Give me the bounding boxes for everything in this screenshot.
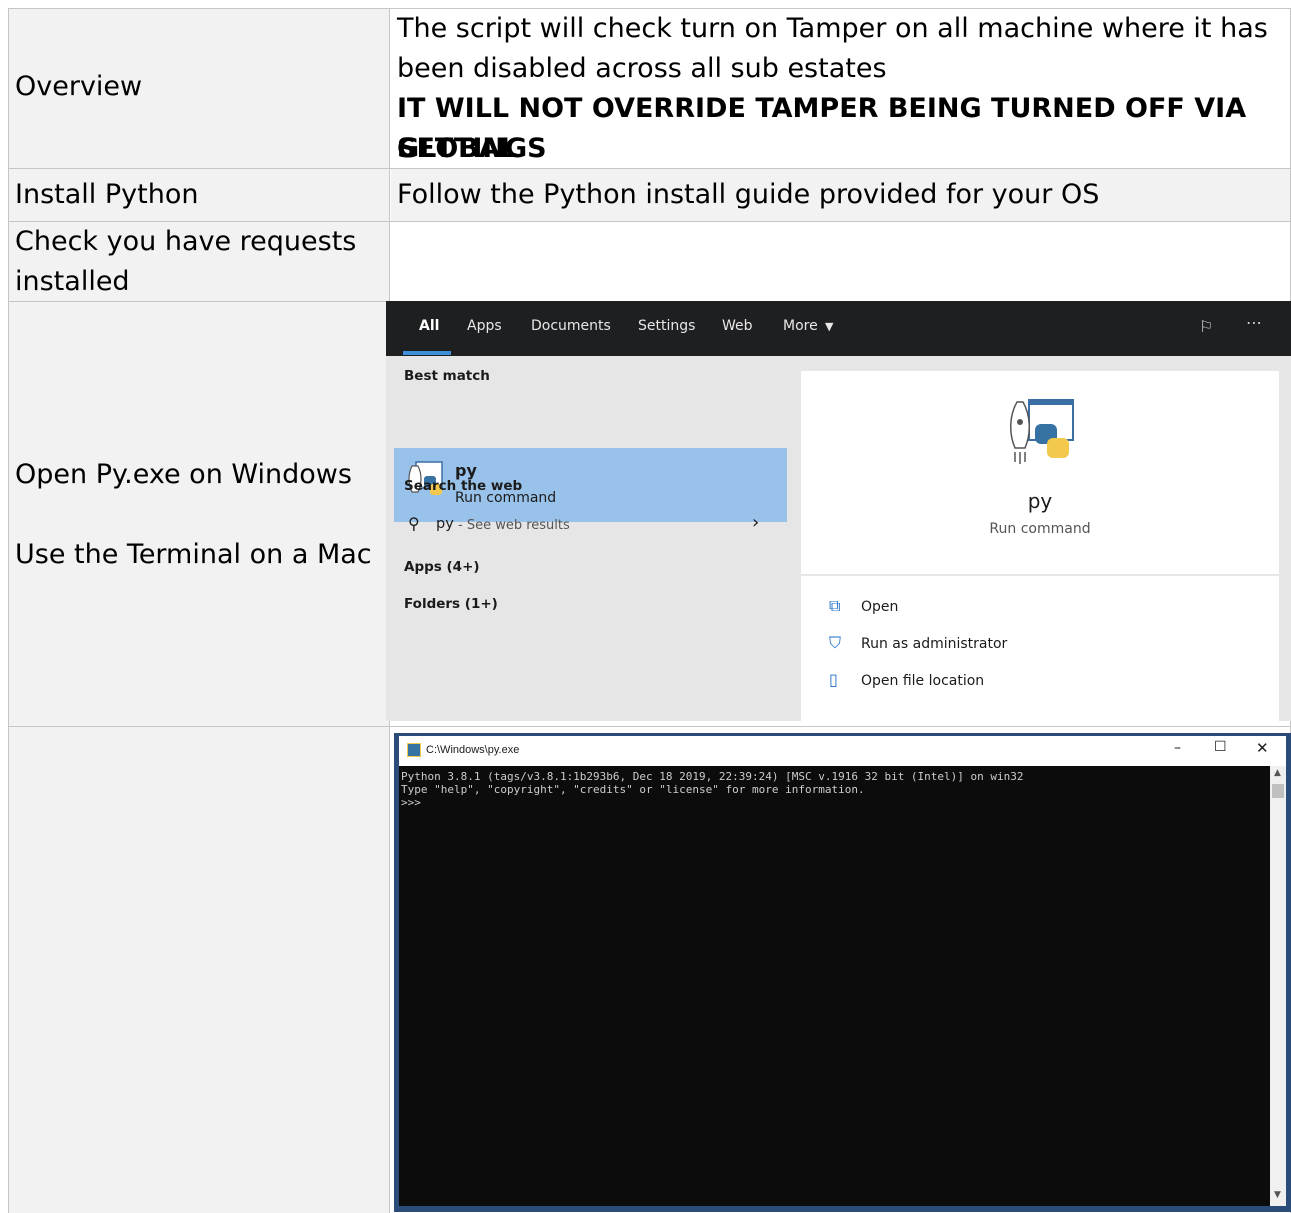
table-row: Check you have requests installed — [8, 221, 1291, 302]
windows-search-panel: All Apps Documents Settings Web More ▼ ⚐… — [386, 301, 1291, 721]
python-launcher-large-icon — [1010, 399, 1074, 464]
python-app-icon — [407, 743, 421, 757]
scroll-thumb[interactable] — [1272, 784, 1284, 798]
console-title: C:\Windows\py.exe — [426, 744, 520, 756]
table-row: Install Python Follow the Python install… — [8, 168, 1291, 222]
open-action[interactable]: ⧉ Open — [821, 593, 1261, 623]
folders-category[interactable]: Folders (1+) — [404, 596, 498, 612]
best-match-heading: Best match — [404, 368, 490, 384]
feedback-icon[interactable]: ⚐ — [1199, 317, 1213, 336]
more-options-icon[interactable]: ⋯ — [1246, 313, 1262, 332]
tab-documents[interactable]: Documents — [531, 318, 611, 334]
overview-warning-line-2: SETTINGS — [397, 133, 547, 164]
search-results-list: Best match py Run command Search the web… — [386, 356, 787, 721]
table-label-cell: Install Python — [8, 169, 390, 222]
table-label-cell — [8, 727, 390, 1213]
result-detail-pane: py Run command ⧉ Open ⛉ Run as administr… — [801, 371, 1279, 721]
row-label-line-1: Open Py.exe on Windows — [15, 459, 352, 490]
overview-text-line-1: The script will check turn on Tamper on … — [397, 13, 1268, 44]
console-title-bar: C:\Windows\py.exe – ☐ ✕ — [399, 736, 1286, 766]
web-query: py — [436, 516, 454, 532]
apps-category[interactable]: Apps (4+) — [404, 559, 480, 575]
open-file-location-action[interactable]: ▯ Open file location — [821, 667, 1261, 697]
tab-settings[interactable]: Settings — [638, 318, 695, 334]
install-text: Follow the Python install guide provided… — [397, 179, 1100, 210]
maximize-button[interactable]: ☐ — [1214, 739, 1227, 755]
console-output[interactable]: Python 3.8.1 (tags/v3.8.1:1b293b6, Dec 1… — [399, 766, 1270, 1206]
chevron-down-icon[interactable]: ▼ — [825, 320, 833, 333]
divider — [801, 574, 1279, 576]
open-icon: ⧉ — [829, 596, 841, 615]
overview-text-line-2: been disabled across all sub estates — [397, 53, 887, 84]
shield-icon: ⛉ — [829, 633, 842, 652]
search-tab-bar: All Apps Documents Settings Web More ▼ ⚐… — [386, 301, 1291, 356]
chevron-right-icon: › — [752, 512, 760, 533]
close-button[interactable]: ✕ — [1256, 739, 1269, 757]
console-window: C:\Windows\py.exe – ☐ ✕ Python 3.8.1 (ta… — [394, 733, 1291, 1212]
console-line: Type "help", "copyright", "credits" or "… — [401, 783, 865, 796]
row-label: Install Python — [15, 179, 199, 210]
row-label-line-1: Check you have requests — [15, 226, 357, 257]
open-label: Open — [861, 599, 899, 615]
search-icon: ⚲ — [408, 514, 420, 533]
console-line: Python 3.8.1 (tags/v3.8.1:1b293b6, Dec 1… — [401, 770, 1024, 783]
tab-more[interactable]: More — [783, 318, 818, 334]
table-label-cell: Check you have requests installed — [8, 222, 390, 302]
active-tab-indicator — [403, 351, 451, 355]
search-web-heading: Search the web — [404, 478, 523, 494]
row-label-line-2: Use the Terminal on a Mac — [15, 539, 372, 570]
scroll-down-icon[interactable]: ▼ — [1274, 1190, 1281, 1200]
run-as-admin-action[interactable]: ⛉ Run as administrator — [821, 630, 1261, 660]
table-value-cell: The script will check turn on Tamper on … — [391, 9, 1291, 169]
row-label: Overview — [15, 71, 143, 102]
tab-all[interactable]: All — [419, 318, 439, 334]
table-label-cell: Open Py.exe on Windows Use the Terminal … — [8, 302, 390, 727]
scroll-up-icon[interactable]: ▲ — [1274, 768, 1281, 778]
table-value-cell: Follow the Python install guide provided… — [391, 169, 1291, 222]
table-value-cell — [391, 222, 1291, 302]
minimize-button[interactable]: – — [1174, 740, 1181, 756]
detail-subtitle: Run command — [989, 521, 1091, 537]
file-location-icon: ▯ — [829, 670, 838, 689]
tab-apps[interactable]: Apps — [467, 318, 502, 334]
table-row: Overview The script will check turn on T… — [8, 8, 1291, 169]
run-as-admin-label: Run as administrator — [861, 636, 1008, 652]
detail-title: py — [1027, 489, 1053, 513]
table-label-cell: Overview — [8, 9, 390, 169]
open-file-location-label: Open file location — [861, 673, 985, 689]
row-label-line-2: installed — [15, 266, 130, 297]
web-query-suffix: - See web results — [458, 518, 570, 533]
console-scrollbar[interactable]: ▲ ▼ — [1270, 766, 1286, 1206]
web-search-result[interactable]: ⚲ py - See web results › — [394, 506, 787, 542]
console-prompt: >>> — [401, 796, 421, 809]
tab-web[interactable]: Web — [722, 318, 753, 334]
